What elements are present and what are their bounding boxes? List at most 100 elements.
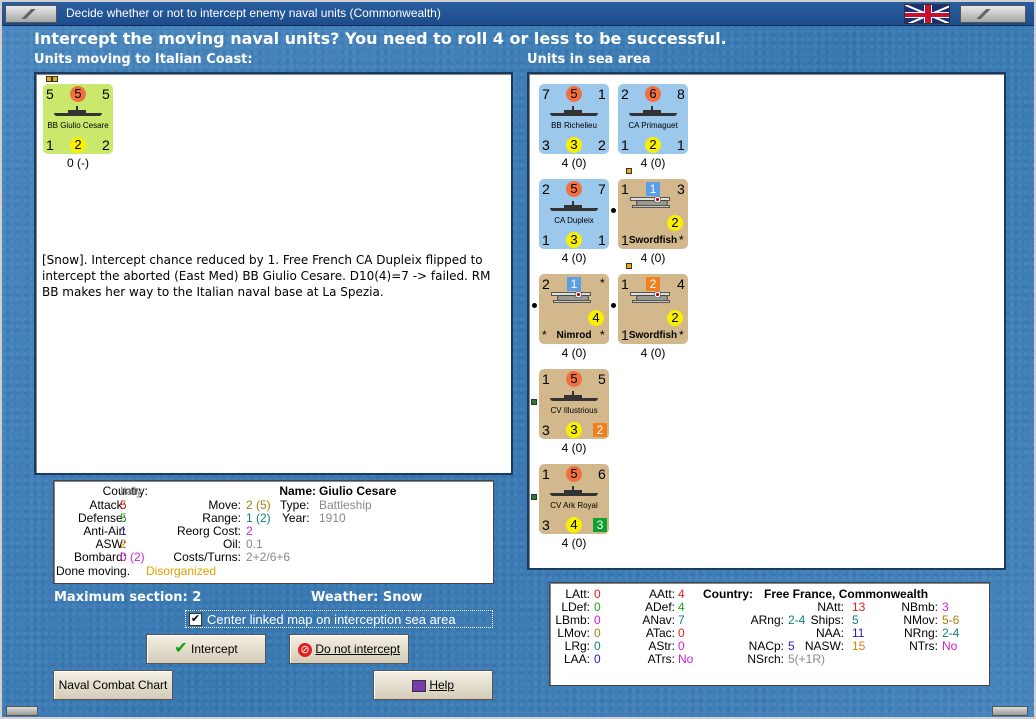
unit-stat: 3	[542, 422, 550, 438]
unit-stat: 1	[542, 371, 550, 387]
unit-stat: 5	[598, 371, 606, 387]
cruiser-icon	[550, 201, 598, 212]
unit-strength: 4 (0)	[561, 441, 587, 455]
detail-bombard: 0 (2)	[120, 550, 145, 564]
moving-units-label: Units moving to Italian Coast:	[34, 52, 253, 67]
unit-stat: 1	[542, 466, 550, 482]
unit-stat: 2	[667, 215, 683, 231]
sea-unit-counter[interactable]: 1 5 5 CV Illustrious 3 3 2	[539, 369, 609, 439]
detail-country: Italy	[120, 484, 143, 498]
unit-stat: 3	[542, 517, 550, 533]
page-title: Intercept the moving naval units? You ne…	[34, 29, 727, 48]
naval-combat-chart-button[interactable]: Naval Combat Chart	[53, 670, 173, 700]
unit-stat: 5	[102, 86, 110, 102]
unit-stat: 5	[70, 86, 86, 102]
unit-stat: *	[600, 328, 605, 342]
sea-unit-counter[interactable]: 1 1 3 2 1 Swordfish *	[618, 179, 688, 249]
unit-stat: 2	[645, 137, 661, 153]
sea-unit-counter[interactable]: 1 2 4 2 1 Swordfish *	[618, 274, 688, 344]
detail-label: Year:	[282, 511, 310, 525]
detail-name: Giulio Cesare	[319, 484, 397, 498]
unit-stat: 5	[46, 86, 54, 102]
unit-name: Swordfish	[628, 235, 678, 246]
unit-stat: 4	[677, 276, 685, 292]
unit-stat: 1	[46, 137, 54, 153]
unit-name: CV Illustrious	[550, 406, 598, 415]
unit-stat: 5	[566, 371, 582, 387]
cruiser-icon	[629, 106, 677, 117]
resize-grip[interactable]	[6, 706, 38, 716]
detail-label: Name:	[279, 484, 316, 498]
sea-units-panel: 7 5 1 BB Richelieu 3 3 2 4 (0) 2 6 8 CA …	[527, 72, 1006, 570]
unit-stat: 3	[593, 518, 607, 532]
do-not-intercept-button[interactable]: ⊘ Do not intercept	[289, 634, 409, 664]
no-entry-icon: ⊘	[297, 642, 312, 657]
sea-unit-counter[interactable]: 2 5 7 CA Dupleix 1 3 1	[539, 179, 609, 249]
unit-strength: 4 (0)	[561, 536, 587, 550]
stat-label: LAA:	[563, 652, 590, 666]
stat-value: No	[942, 639, 958, 653]
unit-name: BB Giulio Cesare	[47, 121, 109, 130]
resize-grip-right[interactable]	[992, 706, 1028, 716]
biplane-icon	[549, 286, 595, 314]
unit-stat: 7	[542, 86, 550, 102]
unit-strength: 4 (0)	[561, 156, 587, 170]
unit-stat: *	[679, 233, 684, 247]
unit-stat: 5	[566, 86, 582, 102]
unit-stat: 2	[598, 137, 606, 153]
system-menu-button[interactable]	[5, 5, 57, 23]
stat-value: 0	[594, 652, 601, 666]
unit-stat: 3	[677, 181, 685, 197]
unit-name: CA Dupleix	[554, 216, 594, 225]
biplane-icon	[628, 286, 674, 314]
unit-stat: 6	[645, 86, 661, 102]
detail-label: Costs/Turns:	[173, 550, 241, 564]
unit-stat: 2	[593, 423, 607, 437]
stat-label: ATrs:	[647, 652, 675, 666]
carrier-icon	[550, 391, 598, 402]
sea-unit-counter[interactable]: 1 5 6 CV Ark Royal 3 4 3	[539, 464, 609, 534]
sea-unit-counter[interactable]: 7 5 1 BB Richelieu 3 3 2	[539, 84, 609, 154]
intercept-button[interactable]: ✔ Intercept	[146, 634, 266, 664]
stat-label: NTrs:	[909, 639, 938, 653]
moving-unit-counter[interactable]: 5 5 5 BB Giulio Cesare 1 2 2	[43, 84, 113, 154]
unit-stat: 8	[677, 86, 685, 102]
detail-done: Done moving.	[56, 564, 131, 578]
unit-stat: 4	[588, 310, 604, 326]
unit-name: CA Primaguet	[628, 121, 678, 130]
close-window-button[interactable]	[960, 5, 1026, 23]
intercept-log: [Snow]. Intercept chance reduced by 1. F…	[42, 253, 491, 299]
unit-stat: 4	[566, 517, 582, 533]
carrier-icon	[550, 486, 598, 497]
stack-dot-icon	[611, 303, 616, 308]
unit-stat: 3	[566, 232, 582, 248]
help-book-icon	[411, 679, 426, 692]
unit-strength: 4 (0)	[561, 251, 587, 265]
sea-unit-counter[interactable]: 2 1 * 4 * Nimrod *	[539, 274, 609, 344]
stat-label: NSrch:	[747, 652, 784, 666]
unit-stat: 6	[598, 466, 606, 482]
unit-stat: 5	[566, 466, 582, 482]
unit-stat: 1	[598, 232, 606, 248]
center-map-checkbox-row[interactable]: ✔ Center linked map on interception sea …	[185, 610, 493, 628]
weather-label: Weather: Snow	[311, 590, 423, 605]
unit-stat: *	[679, 328, 684, 342]
stack-dot-icon	[532, 303, 537, 308]
unit-stat: 3	[566, 422, 582, 438]
unit-stat: 1	[677, 137, 685, 153]
side-stats-panel: LAtt: 0 LDef: 0 LBmb: 0 LMov: 0 LRg: 0 LAA: 0 …	[549, 582, 990, 686]
unit-marker-icon	[626, 263, 632, 269]
biplane-icon	[628, 191, 674, 219]
checkmark-icon: ✔	[174, 640, 188, 657]
unit-stat: 1	[598, 86, 606, 102]
unit-marker-icon	[531, 494, 537, 500]
help-button[interactable]: Help	[373, 670, 493, 700]
window-title: Decide whether or not to intercept enemy…	[66, 6, 441, 20]
unit-stat: 5	[566, 181, 582, 197]
battleship-icon	[54, 106, 102, 117]
unit-strength: 4 (0)	[640, 346, 666, 360]
sea-unit-counter[interactable]: 2 6 8 CA Primaguet 1 2 1	[618, 84, 688, 154]
center-map-checkbox[interactable]: ✔	[189, 613, 202, 626]
unit-stat: *	[600, 276, 605, 290]
battleship-icon	[550, 106, 598, 117]
